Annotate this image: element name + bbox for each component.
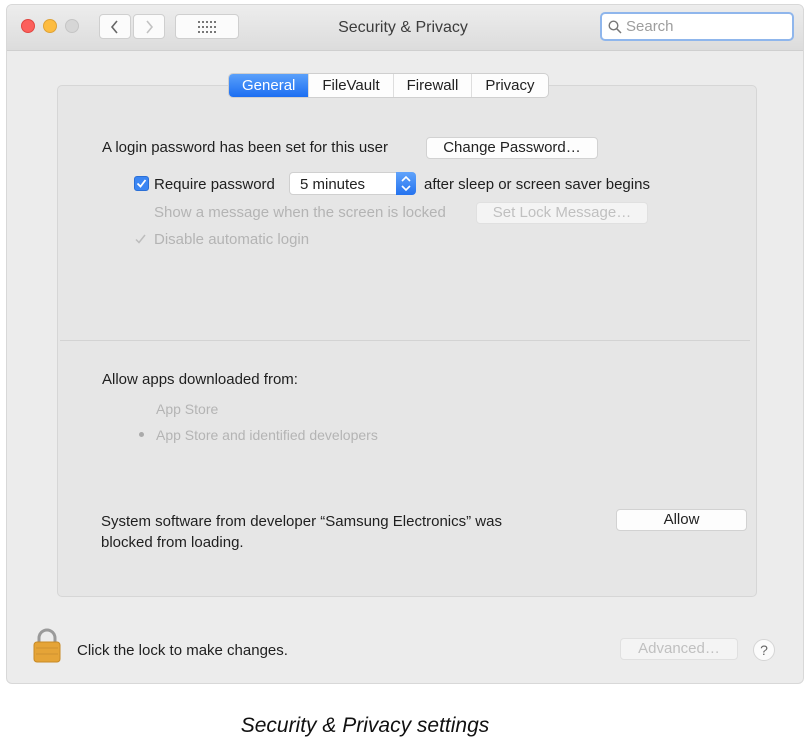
help-button[interactable]: ?	[753, 639, 775, 661]
lock-hint-text: Click the lock to make changes.	[77, 642, 288, 659]
tab-bar: General FileVault Firewall Privacy	[228, 73, 549, 98]
preferences-window: Security & Privacy	[6, 4, 804, 684]
tab-filevault[interactable]: FileVault	[309, 74, 394, 97]
advanced-button[interactable]: Advanced…	[620, 638, 738, 660]
window-title: Security & Privacy	[338, 19, 468, 36]
disable-login-label: Disable automatic login	[154, 231, 310, 248]
login-password-text: A login password has been set for this u…	[102, 139, 388, 156]
allow-apps-heading: Allow apps downloaded from:	[102, 371, 298, 388]
after-sleep-text: after sleep or screen saver begins	[424, 176, 650, 193]
tab-general[interactable]: General	[229, 74, 310, 97]
allow-button[interactable]: Allow	[616, 509, 747, 531]
search-field[interactable]	[600, 12, 794, 41]
checkmark-icon	[135, 234, 146, 244]
section-divider	[60, 340, 750, 341]
show-all-button[interactable]	[175, 14, 239, 39]
require-password-checkbox[interactable]	[134, 176, 149, 191]
chevron-left-icon	[110, 19, 118, 34]
set-lock-message-button[interactable]: Set Lock Message…	[476, 202, 648, 224]
blocked-software-text-2: blocked from loading.	[101, 534, 244, 551]
search-icon	[608, 19, 622, 34]
show-message-label: Show a message when the screen is locked	[154, 204, 446, 221]
tab-firewall[interactable]: Firewall	[394, 74, 473, 97]
require-password-label: Require password	[154, 176, 275, 193]
zoom-window-button[interactable]	[65, 19, 79, 33]
blocked-software-text: System software from developer “Samsung …	[101, 513, 502, 530]
title-bar: Security & Privacy	[7, 5, 803, 51]
identified-developers-radio[interactable]	[135, 428, 149, 442]
updown-arrows-icon	[396, 172, 416, 195]
chevron-right-icon	[146, 19, 154, 34]
forward-button[interactable]	[133, 14, 165, 39]
identified-developers-label: App Store and identified developers	[156, 427, 378, 443]
minimize-window-button[interactable]	[43, 19, 57, 33]
grid-icon	[198, 20, 216, 33]
back-button[interactable]	[99, 14, 131, 39]
password-delay-select[interactable]: 5 minutes	[289, 172, 416, 195]
tab-privacy[interactable]: Privacy	[472, 74, 547, 97]
lock-icon[interactable]	[32, 628, 62, 669]
close-window-button[interactable]	[21, 19, 35, 33]
app-store-label: App Store	[156, 401, 219, 417]
disable-login-checkbox[interactable]	[134, 232, 148, 251]
checkmark-icon	[136, 179, 147, 188]
change-password-button[interactable]: Change Password…	[426, 137, 598, 159]
app-store-radio[interactable]	[135, 402, 149, 416]
figure-caption: Security & Privacy settings	[240, 714, 490, 737]
password-delay-value: 5 minutes	[300, 176, 366, 193]
search-input[interactable]	[626, 18, 776, 35]
show-message-checkbox[interactable]	[134, 205, 149, 220]
